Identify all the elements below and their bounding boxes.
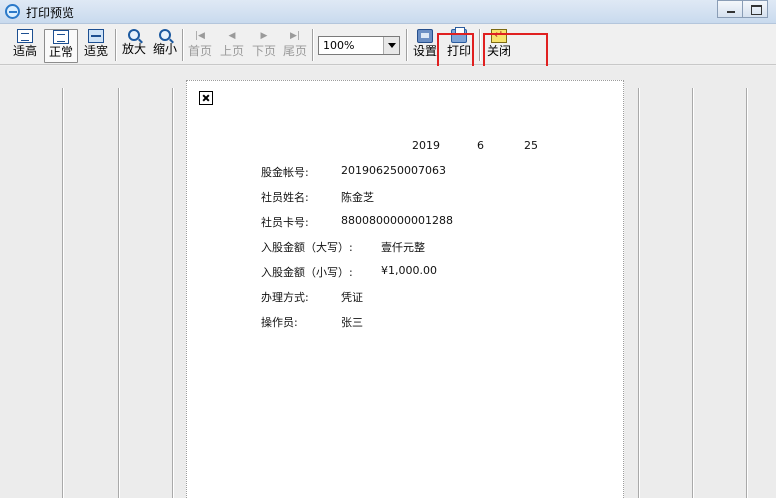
normal-button[interactable]: 正常 xyxy=(44,29,78,63)
zoom-value: 100% xyxy=(323,39,355,52)
ruler-line xyxy=(118,88,120,498)
ruler-line xyxy=(638,88,640,498)
account-number-value: 201906250007063 xyxy=(341,164,446,177)
toolbar-separator xyxy=(479,29,481,61)
first-page-icon: |◀ xyxy=(195,31,205,41)
first-page-label: 首页 xyxy=(187,44,212,58)
settings-label: 设置 xyxy=(412,44,437,58)
zoom-in-button[interactable]: 放大 xyxy=(120,29,148,63)
member-card-label: 社员卡号: xyxy=(261,216,309,229)
ruler-line xyxy=(692,88,694,498)
printer-icon xyxy=(451,27,467,43)
receipt-year: 2019 xyxy=(412,139,440,152)
toolbar-separator xyxy=(115,29,117,61)
fit-height-icon xyxy=(17,29,33,43)
ruler-line xyxy=(62,88,64,498)
amount-figures-value: ¥1,000.00 xyxy=(381,264,437,277)
ruler-line xyxy=(746,88,748,498)
zoom-out-icon xyxy=(159,29,171,41)
toolbar-separator xyxy=(406,29,408,61)
window-title: 打印预览 xyxy=(26,6,75,20)
close-label: 关闭 xyxy=(486,44,511,58)
account-number-label: 股金帐号: xyxy=(261,166,309,179)
receipt-day: 25 xyxy=(524,139,538,152)
fit-width-label: 适宽 xyxy=(83,44,108,58)
close-icon xyxy=(491,28,507,43)
operator-value: 张三 xyxy=(341,316,363,329)
zoom-in-icon xyxy=(128,29,140,41)
member-name-label: 社员姓名: xyxy=(261,191,309,204)
close-page-icon[interactable] xyxy=(199,91,213,105)
normal-label: 正常 xyxy=(48,45,73,59)
fit-width-button[interactable]: 适宽 xyxy=(80,29,112,63)
member-name-value: 陈金芝 xyxy=(341,191,374,204)
maximize-button[interactable] xyxy=(742,0,768,18)
window-controls xyxy=(717,0,768,18)
zoom-select[interactable]: 100% xyxy=(318,36,400,55)
prev-page-button[interactable]: ◀ 上页 xyxy=(218,29,246,63)
amount-words-label: 入股金额（大写）: xyxy=(261,241,353,254)
amount-words-value: 壹仟元整 xyxy=(381,241,425,254)
last-page-label: 尾页 xyxy=(282,44,307,58)
last-page-button[interactable]: ▶| 尾页 xyxy=(281,29,309,63)
chevron-down-icon[interactable] xyxy=(383,37,399,54)
title-bar: 打印预览 xyxy=(0,0,776,24)
toolbar-separator xyxy=(312,29,314,61)
app-icon xyxy=(5,4,20,19)
print-page: 2019 6 25 股金帐号: 201906250007063 社员姓名: 陈金… xyxy=(186,80,624,498)
settings-icon xyxy=(417,29,433,43)
toolbar-separator xyxy=(182,29,184,61)
next-page-label: 下页 xyxy=(251,44,276,58)
first-page-button[interactable]: |◀ 首页 xyxy=(186,29,214,63)
minimize-button[interactable] xyxy=(717,0,743,18)
zoom-out-label: 缩小 xyxy=(152,42,177,56)
receipt-month: 6 xyxy=(477,139,484,152)
normal-icon xyxy=(53,30,69,44)
next-page-icon: ▶ xyxy=(260,31,268,41)
next-page-button[interactable]: ▶ 下页 xyxy=(250,29,278,63)
preview-area[interactable]: 2019 6 25 股金帐号: 201906250007063 社员姓名: 陈金… xyxy=(0,66,776,498)
operator-label: 操作员: xyxy=(261,316,298,329)
fit-width-icon xyxy=(88,29,104,43)
method-label: 办理方式: xyxy=(261,291,309,304)
zoom-in-label: 放大 xyxy=(121,42,146,56)
member-card-value: 8800800000001288 xyxy=(341,214,453,227)
zoom-out-button[interactable]: 缩小 xyxy=(151,29,179,63)
toolbar: 适高 正常 适宽 放大 缩小 |◀ 首页 ◀ 上页 ▶ 下页 ▶| 尾页 100… xyxy=(0,25,776,65)
close-button[interactable]: 关闭 xyxy=(485,28,513,63)
print-button[interactable]: 打印 xyxy=(445,27,473,63)
settings-button[interactable]: 设置 xyxy=(411,29,439,63)
print-label: 打印 xyxy=(446,44,471,58)
prev-page-icon: ◀ xyxy=(228,31,236,41)
fit-height-button[interactable]: 适高 xyxy=(8,29,42,63)
last-page-icon: ▶| xyxy=(290,31,300,41)
prev-page-label: 上页 xyxy=(219,44,244,58)
amount-figures-label: 入股金额（小写）: xyxy=(261,266,353,279)
method-value: 凭证 xyxy=(341,291,363,304)
ruler-line xyxy=(172,88,174,498)
fit-height-label: 适高 xyxy=(12,44,37,58)
